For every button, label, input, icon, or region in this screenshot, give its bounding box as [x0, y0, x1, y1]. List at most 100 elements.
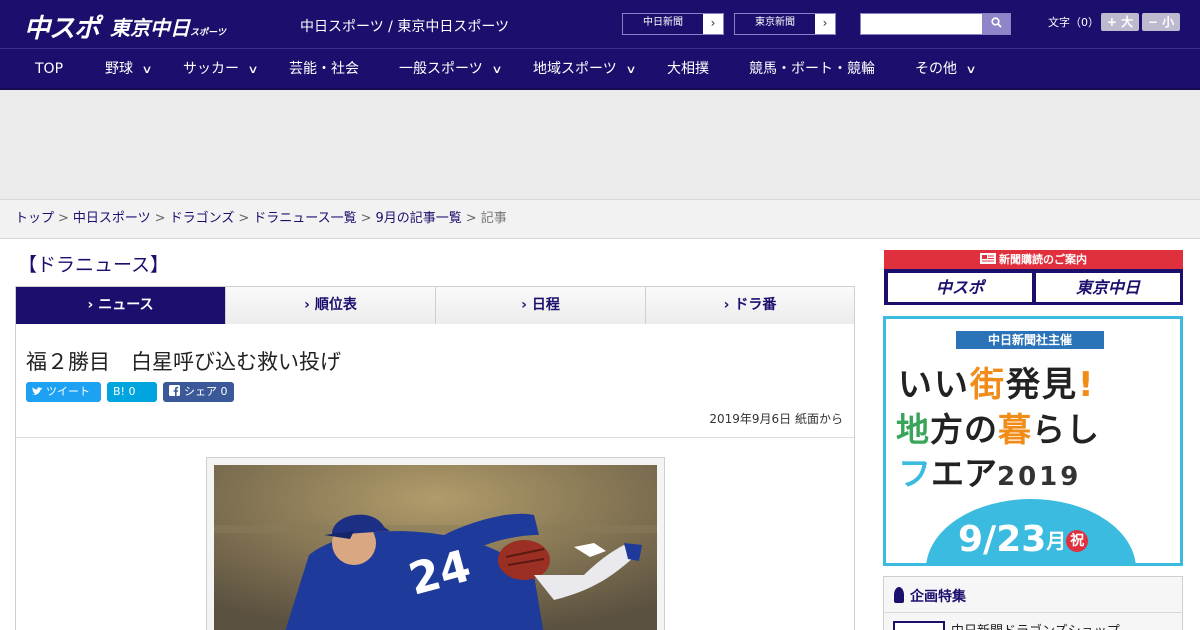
divider: [16, 437, 854, 438]
fair-text: いい: [898, 365, 970, 405]
fair-text: !: [1078, 365, 1096, 405]
fair-text: 発見: [1006, 365, 1078, 405]
nav-item-label: 野球: [105, 61, 133, 77]
chevron-down-icon: ∨: [491, 63, 503, 76]
chuspo-logo[interactable]: 中スポ: [24, 8, 100, 45]
breadcrumb-separator: >: [238, 211, 250, 226]
fair-text: 方の: [930, 410, 998, 449]
breadcrumb-link[interactable]: 9月の記事一覧: [376, 211, 462, 226]
hatena-bookmark-button[interactable]: B! 0: [107, 382, 157, 402]
chevron-right-icon: ›: [87, 297, 94, 313]
chunichi-shimbun-button[interactable]: 中日新聞 ›: [622, 13, 724, 35]
breadcrumb-separator: >: [58, 211, 69, 226]
tab-schedule[interactable]: › 日程: [436, 287, 646, 324]
tab-news[interactable]: › ニュース: [16, 287, 226, 324]
facebook-share-label: シェア 0: [184, 385, 228, 398]
nav-item-sumo[interactable]: 大相撲: [667, 49, 709, 89]
chevron-right-icon: ›: [815, 14, 835, 34]
divider: [884, 612, 1182, 613]
search-box: [860, 13, 1011, 35]
nav-item-label: TOP: [35, 61, 64, 77]
fair-headline-line3: フエア2019: [898, 447, 1081, 495]
fair-month: 月: [1046, 529, 1067, 553]
main-nav: TOP 野球 ∨ サッカー ∨ 芸能・社会 一般スポーツ ∨ 地域スポーツ ∨ 大相撲 …: [0, 48, 1200, 90]
nav-item-entertainment[interactable]: 芸能・社会: [289, 49, 359, 89]
newspaper-icon: [980, 253, 996, 264]
nav-item-top[interactable]: TOP: [35, 49, 63, 89]
breadcrumb-link[interactable]: トップ: [15, 211, 54, 226]
search-input[interactable]: [861, 14, 983, 34]
breadcrumb-current: 記事: [480, 211, 507, 226]
article-date: 2019年9月6日 紙面から: [709, 412, 843, 426]
nav-item-label: 地域スポーツ: [533, 61, 617, 77]
breadcrumb-link[interactable]: 中日スポーツ: [73, 211, 151, 226]
chevron-right-icon: ›: [723, 297, 730, 313]
breadcrumb-separator: >: [360, 211, 372, 226]
fair-text: らし: [1032, 410, 1100, 449]
tokyo-chunichi-logo-sub: スポーツ: [190, 28, 226, 38]
font-smaller-button[interactable]: − 小: [1142, 13, 1180, 31]
search-button[interactable]: [982, 14, 1010, 34]
twitter-icon: [32, 387, 43, 395]
chunichi-shimbun-label: 中日新聞: [623, 14, 704, 34]
feature-title-text: 企画特集: [910, 589, 966, 605]
feature-item-link[interactable]: 中日新聞ドラゴンズショップ: [951, 620, 1120, 630]
facebook-share-button[interactable]: シェア 0: [163, 382, 234, 402]
fair-year: 2019: [997, 462, 1082, 492]
nav-item-other[interactable]: その他 ∨: [915, 49, 977, 89]
ribbon-icon: [894, 587, 904, 603]
chevron-down-icon: ∨: [247, 63, 259, 76]
breadcrumb: トップ > 中日スポーツ > ドラゴンズ > ドラニュース一覧 >9月の記事一覧 > 記事: [0, 200, 1200, 239]
chevron-down-icon: ∨: [141, 63, 153, 76]
nav-item-label: 芸能・社会: [289, 61, 359, 77]
tokyo-chunichi-logo-text: 東京中日: [110, 16, 190, 40]
search-icon: [990, 17, 1002, 28]
facebook-icon: [169, 385, 180, 396]
font-size-label: 文字（0）: [1048, 16, 1099, 29]
nav-item-local-sports[interactable]: 地域スポーツ ∨: [533, 49, 637, 89]
ad-banner-area: [0, 90, 1200, 200]
fair-date: 9/23月祝: [958, 519, 1089, 560]
chevron-right-icon: ›: [521, 297, 527, 313]
tab-standings[interactable]: › 順位表: [226, 287, 436, 324]
fair-ad-banner[interactable]: 中日新聞社主催 いい街発見! 地方の暮らし フエア2019 9/23月祝: [883, 316, 1183, 566]
nav-item-racing[interactable]: 競馬・ボート・競輪: [749, 49, 875, 89]
nav-item-label: 競馬・ボート・競輪: [749, 61, 875, 77]
fair-text: 地: [896, 410, 930, 449]
nav-item-baseball[interactable]: 野球 ∨: [105, 49, 153, 89]
breadcrumb-separator: >: [465, 211, 477, 226]
feature-title: 企画特集: [894, 586, 966, 606]
dragons-shop-thumbnail[interactable]: [893, 621, 945, 630]
subscribe-chuspo-button[interactable]: 中スポ: [888, 273, 1032, 302]
hatena-bookmark-label: B! 0: [113, 385, 136, 398]
tab-dora-ban[interactable]: › ドラ番: [646, 287, 854, 324]
breadcrumb-link[interactable]: ドラニュース一覧: [253, 211, 356, 226]
nav-item-soccer[interactable]: サッカー ∨: [183, 49, 259, 89]
nav-item-general-sports[interactable]: 一般スポーツ ∨: [399, 49, 503, 89]
chevron-down-icon: ∨: [625, 63, 637, 76]
nav-item-label: サッカー: [183, 61, 239, 77]
tweet-button[interactable]: ツイート: [26, 382, 101, 402]
tab-label: 順位表: [314, 297, 357, 313]
fair-text: 暮: [998, 410, 1032, 449]
breadcrumb-separator: >: [154, 211, 166, 226]
chevron-down-icon: ∨: [965, 63, 977, 76]
tab-bar: › ニュース › 順位表 › 日程 › ドラ番: [15, 286, 855, 324]
top-header: 中スポ 東京中日スポーツ 中日スポーツ / 東京中日スポーツ 中日新聞 › 東京…: [0, 0, 1200, 48]
fair-headline-line2: 地方の暮らし: [896, 403, 1100, 451]
fair-text: フ: [898, 454, 931, 493]
font-bigger-button[interactable]: + 大: [1101, 13, 1139, 31]
article-headline: 福２勝目 白星呼び込む救い投げ: [26, 350, 341, 374]
tokyo-shimbun-button[interactable]: 東京新聞 ›: [734, 13, 836, 35]
nav-item-label: 一般スポーツ: [399, 61, 483, 77]
article-photo[interactable]: 24: [214, 465, 657, 630]
fair-text: 街: [970, 365, 1006, 405]
breadcrumb-link[interactable]: ドラゴンズ: [170, 211, 235, 226]
subscription-heading: 新聞購読のご案内: [884, 250, 1183, 269]
nav-item-label: その他: [915, 61, 957, 77]
holiday-badge: 祝: [1066, 530, 1089, 552]
subscribe-tokyo-chunichi-button[interactable]: 東京中日: [1036, 273, 1180, 302]
tab-label: ニュース: [98, 297, 154, 313]
chevron-right-icon: ›: [304, 297, 310, 313]
tokyo-chunichi-logo[interactable]: 東京中日スポーツ: [110, 12, 226, 41]
